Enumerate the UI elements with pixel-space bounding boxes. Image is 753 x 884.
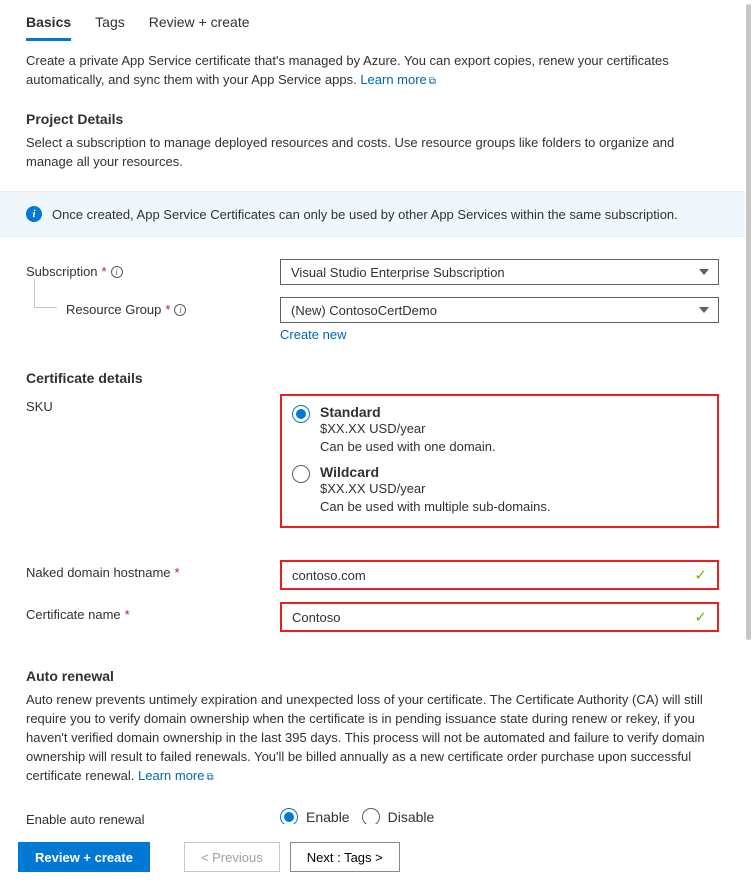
enable-auto-renewal-label: Enable auto renewal — [26, 807, 280, 824]
intro-text: Create a private App Service certificate… — [26, 51, 719, 91]
certificate-name-input[interactable]: Contoso ✓ — [280, 602, 719, 632]
naked-domain-label: Naked domain hostname * — [26, 560, 280, 580]
check-icon: ✓ — [694, 608, 707, 626]
resource-group-select[interactable]: (New) ContosoCertDemo — [280, 297, 719, 323]
tab-tags[interactable]: Tags — [95, 8, 125, 41]
check-icon: ✓ — [694, 566, 707, 584]
sku-label: SKU — [26, 394, 280, 414]
external-link-icon: ⧉ — [429, 76, 436, 87]
naked-domain-input[interactable]: contoso.com ✓ — [280, 560, 719, 590]
disable-radio[interactable] — [362, 808, 380, 824]
review-create-button[interactable]: Review + create — [18, 842, 150, 872]
certificate-name-label: Certificate name * — [26, 602, 280, 622]
project-details-desc: Select a subscription to manage deployed… — [26, 133, 719, 171]
sku-standard-radio[interactable] — [292, 405, 310, 423]
sku-wildcard-name: Wildcard — [320, 464, 379, 480]
tab-basics[interactable]: Basics — [26, 8, 71, 41]
enable-radio-option[interactable]: Enable — [280, 807, 350, 824]
project-details-heading: Project Details — [26, 111, 719, 127]
info-box-text: Once created, App Service Certificates c… — [52, 207, 678, 222]
disable-radio-option[interactable]: Disable — [362, 807, 435, 824]
enable-radio[interactable] — [280, 808, 298, 824]
create-new-link[interactable]: Create new — [280, 327, 346, 342]
subscription-label: Subscription * i — [26, 259, 280, 279]
info-icon: i — [26, 206, 42, 222]
tab-review-create[interactable]: Review + create — [149, 8, 250, 41]
previous-button: < Previous — [184, 842, 280, 872]
info-box: i Once created, App Service Certificates… — [0, 191, 745, 237]
learn-more-link[interactable]: Learn more⧉ — [360, 72, 436, 87]
subscription-select[interactable]: Visual Studio Enterprise Subscription — [280, 259, 719, 285]
footer-actions: Review + create < Previous Next : Tags > — [0, 830, 753, 884]
sku-radio-group: Standard $XX.XX USD/year Can be used wit… — [280, 394, 719, 528]
auto-renewal-heading: Auto renewal — [26, 668, 719, 684]
info-icon[interactable]: i — [111, 266, 123, 278]
learn-more-link[interactable]: Learn more⧉ — [138, 768, 214, 783]
auto-renewal-desc: Auto renew prevents untimely expiration … — [26, 690, 719, 787]
external-link-icon: ⧉ — [206, 772, 213, 783]
sku-standard-name: Standard — [320, 404, 381, 420]
next-button[interactable]: Next : Tags > — [290, 842, 400, 872]
sku-wildcard-radio[interactable] — [292, 465, 310, 483]
scrollbar-thumb[interactable] — [746, 4, 751, 640]
certificate-details-heading: Certificate details — [26, 370, 719, 386]
scrollbar[interactable] — [746, 4, 751, 820]
tabs: Basics Tags Review + create — [26, 8, 719, 41]
resource-group-label: Resource Group * i — [26, 297, 280, 317]
info-icon[interactable]: i — [174, 304, 186, 316]
